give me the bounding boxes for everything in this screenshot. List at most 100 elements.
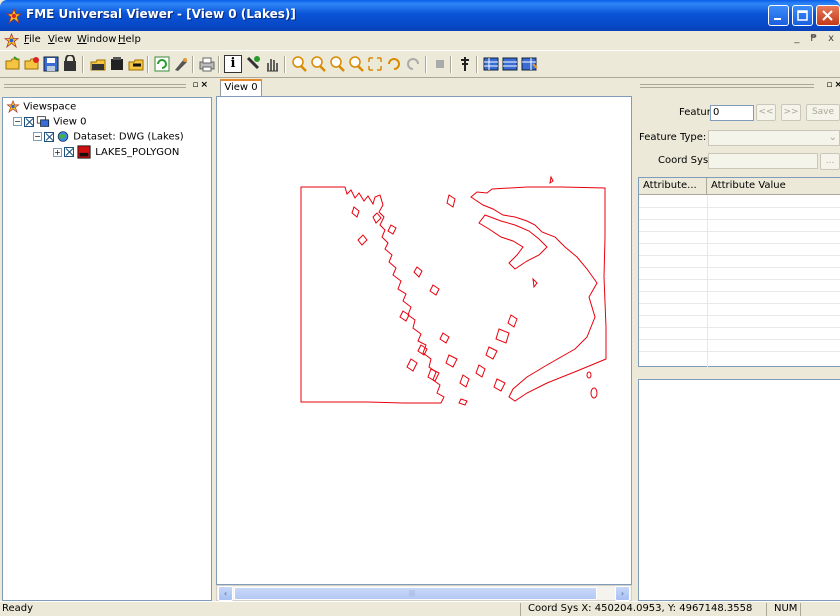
tree-label: Viewspace — [23, 101, 77, 113]
geometry-detail-pane[interactable] — [638, 379, 840, 601]
zoom-in-icon[interactable] — [290, 55, 308, 73]
lakes-polygon-fragment — [459, 374, 470, 388]
lakes-polygon-fragment — [387, 224, 397, 235]
print-icon[interactable] — [198, 55, 216, 73]
zoom-extents-icon[interactable] — [366, 55, 384, 73]
tree-item-viewspace[interactable]: Viewspace — [6, 100, 76, 115]
map-canvas[interactable] — [216, 96, 632, 585]
undo-view-icon[interactable] — [385, 55, 403, 73]
scroll-thumb[interactable]: ||| — [234, 587, 597, 600]
table-row — [639, 267, 840, 268]
table-row — [639, 231, 840, 232]
lakes-polygon-fragment — [399, 310, 410, 322]
pan-hand-icon[interactable] — [263, 55, 281, 73]
status-num-lock: NUM — [774, 603, 798, 614]
maximize-button[interactable] — [792, 5, 813, 26]
column-header-attribute-value[interactable]: Attribute Value — [707, 178, 840, 195]
close-dataset-icon[interactable] — [61, 55, 79, 73]
visibility-checkbox[interactable] — [24, 116, 34, 127]
coord-sys-field[interactable] — [708, 153, 818, 169]
identify-icon[interactable]: i — [224, 55, 242, 73]
select-tool-icon[interactable] — [244, 55, 262, 73]
minimize-button[interactable] — [768, 5, 789, 26]
table-row — [639, 315, 840, 316]
pin-icon[interactable] — [456, 55, 474, 73]
toolbar-separator — [284, 56, 286, 73]
lakes-polygon-fragment — [549, 175, 554, 185]
feature-panel-header[interactable]: ▫× — [636, 79, 840, 95]
dropdown-arrow-icon: ⌄ — [828, 132, 837, 143]
tree-item-dataset[interactable]: − Dataset: DWG (Lakes) — [33, 130, 184, 145]
zoom-out-icon[interactable] — [309, 55, 327, 73]
menu-bar: File View Window Help _ ₱ x — [0, 31, 840, 50]
status-divider — [800, 603, 801, 616]
lakes-polygon-fragment — [413, 266, 423, 278]
table-edit-icon[interactable] — [520, 55, 538, 73]
toolbar: i — [0, 50, 840, 78]
coord-sys-browse-button[interactable]: ... — [820, 153, 840, 170]
lakes-polygon-fragment — [475, 364, 486, 378]
viewspace-panel-header[interactable]: ▫× — [0, 79, 214, 95]
tree-item-view-0[interactable]: − View 0 — [13, 115, 86, 130]
menu-help[interactable]: Help — [118, 34, 141, 45]
table-row — [639, 291, 840, 292]
column-header-attribute[interactable]: Attribute... — [639, 178, 707, 195]
document-icon[interactable] — [4, 33, 19, 48]
tree-label: LAKES_POLYGON — [95, 147, 180, 158]
properties-icon[interactable] — [172, 55, 190, 73]
panel-float-close-buttons[interactable]: ▫× — [192, 80, 210, 90]
menu-view[interactable]: View — [48, 34, 72, 45]
open-view-icon[interactable] — [89, 55, 107, 73]
toolbar-separator — [192, 56, 194, 73]
horizontal-scrollbar[interactable]: ‹ ||| › — [216, 585, 632, 601]
lakes-polygon-fragment — [493, 378, 506, 392]
open-dataset-icon[interactable] — [23, 55, 41, 73]
status-divider — [520, 603, 521, 616]
attribute-table[interactable]: Attribute... Attribute Value — [638, 177, 840, 367]
zoom-box-icon[interactable] — [328, 55, 346, 73]
feature-index-field[interactable]: 0 — [710, 105, 754, 121]
scroll-grip: ||| — [409, 590, 416, 597]
lakes-polygon-fragment — [445, 354, 458, 368]
visibility-checkbox[interactable] — [64, 147, 74, 157]
redo-view-icon[interactable] — [404, 55, 422, 73]
previous-feature-button[interactable]: << — [756, 104, 776, 121]
tab-view-0[interactable]: View 0 — [220, 79, 262, 97]
panel-float-close-buttons[interactable]: ▫× — [826, 80, 840, 90]
scroll-left-button[interactable]: ‹ — [218, 586, 233, 601]
stop-icon[interactable] — [431, 55, 449, 73]
close-button[interactable] — [816, 5, 840, 26]
next-feature-button[interactable]: >> — [781, 104, 801, 121]
export-icon[interactable] — [127, 55, 145, 73]
tree-item-lakes-polygon[interactable]: + LAKES_POLYGON — [53, 145, 179, 160]
save-icon[interactable] — [42, 55, 60, 73]
lakes-polygon-fragment — [458, 398, 468, 406]
tree-label: Dataset: DWG (Lakes) — [73, 131, 184, 143]
refresh-icon[interactable] — [153, 55, 171, 73]
title-bar[interactable]: FME Universal Viewer - [View 0 (Lakes)] — [0, 0, 840, 31]
panel-grip[interactable] — [4, 84, 186, 88]
save-feature-button[interactable]: Save — [806, 104, 840, 121]
scroll-right-button[interactable]: › — [615, 586, 630, 601]
collapse-toggle[interactable]: − — [33, 132, 42, 141]
table-view-icon[interactable] — [482, 55, 500, 73]
lakes-polygon-small-lake — [586, 371, 592, 379]
expand-toggle[interactable]: + — [53, 147, 62, 157]
menu-window[interactable]: Window — [77, 34, 116, 45]
toolbar-separator — [425, 56, 427, 73]
status-divider — [766, 603, 767, 616]
menu-file[interactable]: File — [24, 34, 41, 45]
collapse-toggle[interactable]: − — [13, 117, 22, 126]
open-folder-icon[interactable] — [4, 55, 22, 73]
minimize-icon — [774, 18, 781, 20]
status-coordinates: Coord Sys X: 450204.0953, Y: 4967148.355… — [528, 603, 753, 614]
feature-type-select[interactable]: ⌄ — [708, 130, 840, 146]
visibility-checkbox[interactable] — [44, 131, 54, 142]
database-icon[interactable] — [108, 55, 126, 73]
viewspace-tree[interactable]: Viewspace − View 0 − Dataset: DWG (Lakes… — [2, 97, 212, 601]
mdi-window-controls[interactable]: _ ₱ x — [794, 33, 838, 44]
table-list-icon[interactable] — [501, 55, 519, 73]
zoom-selected-icon[interactable] — [347, 55, 365, 73]
toolbar-separator — [450, 56, 452, 73]
panel-grip[interactable] — [640, 84, 814, 88]
